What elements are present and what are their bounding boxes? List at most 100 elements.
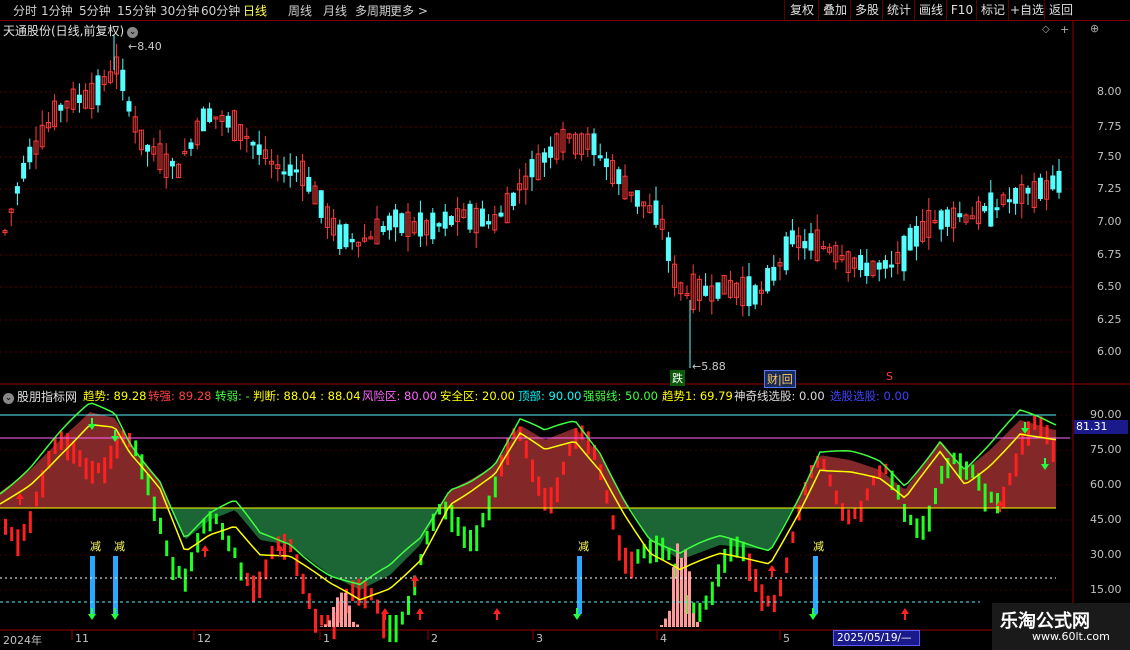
signal-bar <box>828 474 832 487</box>
side-arrow-icon[interactable]: ⊕ <box>1090 22 1099 35</box>
candle-body <box>703 285 709 296</box>
tab-6[interactable]: 日线 <box>243 2 267 19</box>
tab-10[interactable]: 更多 > <box>390 2 428 19</box>
s-badge[interactable]: S <box>884 370 895 383</box>
candle-body <box>58 104 64 111</box>
signal-bar <box>177 565 181 578</box>
volume-bar <box>668 610 671 627</box>
tab-5[interactable]: 60分钟 <box>201 2 240 19</box>
tab-1[interactable]: 1分钟 <box>41 2 73 19</box>
candle-body <box>306 176 312 192</box>
tab-7[interactable]: 周线 <box>288 2 312 19</box>
signal-bar <box>469 529 472 552</box>
volume-bar <box>348 605 351 627</box>
signal-bar <box>22 523 26 541</box>
signal-bar <box>314 608 317 633</box>
candle-body <box>808 233 814 251</box>
signal-bar <box>363 581 367 609</box>
signal-bar <box>450 504 454 533</box>
caibao-badge[interactable]: 财|回 <box>764 370 796 388</box>
volume-bar <box>688 571 691 627</box>
chevron-down-icon[interactable]: ⌄ <box>3 393 14 404</box>
signal-bar <box>710 581 714 606</box>
candle-body <box>281 171 287 175</box>
tab-4[interactable]: 30分钟 <box>160 2 199 19</box>
xaxis-label: 12 <box>197 632 211 645</box>
candle-body <box>882 260 888 269</box>
candle-body <box>616 169 622 185</box>
signal-bar <box>729 539 733 562</box>
toolbar-button-4[interactable]: 画线 <box>914 0 947 20</box>
toolbar-button-8[interactable]: 返回 <box>1044 0 1077 20</box>
volume-bar <box>684 549 687 627</box>
toolbar-button-3[interactable]: 统计 <box>882 0 915 20</box>
candle-body <box>802 241 808 249</box>
candle-body <box>126 101 132 112</box>
candle-body <box>901 235 907 272</box>
xaxis-label: 5 <box>783 632 790 645</box>
tab-3[interactable]: 15分钟 <box>117 2 156 19</box>
signal-bar <box>586 431 590 455</box>
tab-0[interactable]: 分时 <box>13 2 37 19</box>
tab-2[interactable]: 5分钟 <box>79 2 111 19</box>
period-toolbar: 分时 1分钟 5分钟 15分钟 30分钟 60分钟 日线 周线 月线 多周期 更多 > 复权 叠加 多股统… <box>0 0 1130 21</box>
chevron-down-icon[interactable]: ⌄ <box>127 27 139 38</box>
signal-bar <box>562 461 565 475</box>
price-tick: 6.00 <box>1097 345 1122 358</box>
candle-body <box>436 223 442 227</box>
candle-body <box>76 94 82 103</box>
toolbar-button-2[interactable]: 多股 <box>850 0 883 20</box>
candle-body <box>789 230 795 245</box>
signal-bar <box>568 443 572 456</box>
diamond-icon[interactable]: ◇ <box>1042 24 1050 35</box>
up-arrow-icon <box>201 545 209 557</box>
price-tick: 7.00 <box>1097 215 1122 228</box>
candle-body <box>994 207 1000 211</box>
signal-bar <box>853 508 857 520</box>
watermark-url: www.60lt.com <box>1032 630 1110 643</box>
signal-bar <box>524 440 528 459</box>
toolbar-button-0[interactable]: 复权 <box>784 0 819 20</box>
legend-item-8: 趋势1: 69.79 <box>662 389 733 403</box>
add-icon[interactable]: + <box>1060 23 1069 36</box>
candle-body <box>399 213 405 234</box>
signal-bar <box>400 611 404 625</box>
signal-bar <box>543 487 547 511</box>
signal-bar <box>766 595 770 607</box>
candle-body <box>1006 199 1012 203</box>
xaxis-label: 4 <box>660 632 667 645</box>
signal-bar <box>72 440 76 464</box>
stock-title: 天通股份(日线,前复权) <box>3 24 125 38</box>
candle-body <box>746 276 752 307</box>
signal-bar <box>357 578 361 606</box>
signal-bar <box>630 551 634 579</box>
candle-body <box>529 159 535 178</box>
candle-body <box>876 262 882 270</box>
tab-8[interactable]: 月线 <box>323 2 347 19</box>
legend-item-6: 顶部: 90.00 <box>518 389 582 403</box>
toolbar-button-7[interactable]: +自选 <box>1008 0 1045 20</box>
candle-body <box>486 221 492 225</box>
indicator-name: 股朋指标网 <box>17 390 78 404</box>
up-arrow-icon <box>901 608 909 620</box>
toolbar-button-5[interactable]: F10 <box>946 0 977 20</box>
signal-bar <box>723 548 727 573</box>
high-price-label: ←8.40 <box>128 40 162 53</box>
volume-bar <box>692 613 695 627</box>
xaxis-label: 11 <box>75 632 89 645</box>
tab-9[interactable]: 多周期 <box>355 2 391 19</box>
candle-body <box>250 141 256 146</box>
volume-bar <box>324 624 327 627</box>
signal-bar <box>456 517 460 536</box>
toolbar-button-1[interactable]: 叠加 <box>818 0 851 20</box>
signal-bar <box>779 579 782 597</box>
signal-bar <box>971 464 975 478</box>
price-tick: 6.75 <box>1097 248 1122 261</box>
candle-body <box>771 266 777 281</box>
candle-body <box>634 190 640 207</box>
toolbar-button-6[interactable]: 标记 <box>976 0 1009 20</box>
signal-bar <box>655 535 658 563</box>
candle-body <box>349 238 355 243</box>
die-badge[interactable]: 跌 <box>670 370 685 386</box>
signal-bar <box>1051 439 1055 463</box>
